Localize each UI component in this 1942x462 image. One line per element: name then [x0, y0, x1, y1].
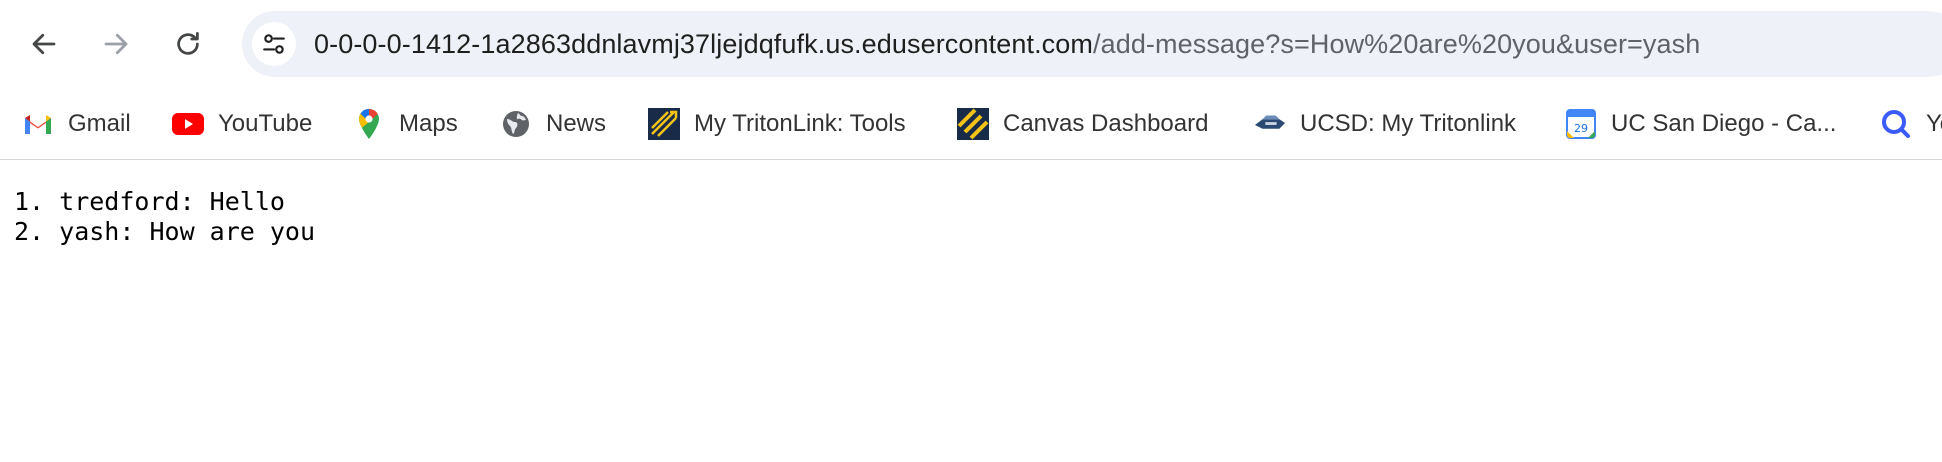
- url-text[interactable]: 0-0-0-0-1412-1a2863ddnlavmj37ljejdqfufk.…: [314, 11, 1700, 77]
- arrow-left-icon: [32, 33, 56, 55]
- youtube-icon: [172, 108, 204, 140]
- bookmark-label: Maps: [399, 110, 458, 137]
- maps-icon: [353, 108, 385, 140]
- forward-button[interactable]: [96, 24, 136, 64]
- url-host: 0-0-0-0-1412-1a2863ddnlavmj37ljejdqfufk.…: [314, 29, 1093, 59]
- bookmark-ucsd-my-tritonlink[interactable]: UCSD: My Tritonlink: [1254, 100, 1516, 148]
- bookmark-my-tritonlink-tools[interactable]: My TritonLink: Tools: [648, 100, 906, 148]
- svg-text:29: 29: [1574, 122, 1588, 135]
- tritonlink-icon: [648, 108, 680, 140]
- bookmark-label: Yo: [1926, 110, 1942, 137]
- address-bar[interactable]: 0-0-0-0-1412-1a2863ddnlavmj37ljejdqfufk.…: [242, 11, 1942, 77]
- bookmark-canvas-dashboard[interactable]: Canvas Dashboard: [957, 100, 1208, 148]
- back-button[interactable]: [24, 24, 64, 64]
- page-content: 1. tredford: Hello 2. yash: How are you: [0, 161, 1942, 462]
- message-line: 1. tredford: Hello: [14, 187, 285, 216]
- tune-icon: [263, 34, 285, 54]
- bookmark-label: UCSD: My Tritonlink: [1300, 110, 1517, 137]
- bookmark-label: My TritonLink: Tools: [694, 110, 906, 137]
- browser-toolbar: 0-0-0-0-1412-1a2863ddnlavmj37ljejdqfufk.…: [0, 0, 1942, 88]
- browser-chrome: 0-0-0-0-1412-1a2863ddnlavmj37ljejdqfufk.…: [0, 0, 1942, 160]
- url-path: /add-message?s=How%20are%20you&user=yash: [1092, 29, 1701, 59]
- news-icon: [500, 108, 532, 140]
- bookmark-label: Canvas Dashboard: [1003, 110, 1209, 137]
- bookmark-maps[interactable]: Maps: [353, 100, 458, 148]
- search-icon: [1880, 108, 1912, 140]
- bookmark-gmail[interactable]: Gmail: [22, 100, 131, 148]
- ucsd-icon: [1254, 108, 1286, 140]
- calendar-icon: 29: [1565, 108, 1597, 140]
- bookmark-yo[interactable]: Yo: [1880, 100, 1942, 148]
- bookmark-label: News: [546, 110, 607, 137]
- reload-button[interactable]: [168, 24, 208, 64]
- bookmark-news[interactable]: News: [500, 100, 606, 148]
- site-info-button[interactable]: [252, 22, 296, 66]
- message-list: 1. tredford: Hello 2. yash: How are you: [14, 187, 315, 247]
- message-line: 2. yash: How are you: [14, 217, 316, 246]
- canvas-icon: [957, 108, 989, 140]
- bookmark-label: UC San Diego - Ca...: [1611, 110, 1837, 137]
- bookmark-label: YouTube: [218, 110, 313, 137]
- bookmark-uc-san-diego[interactable]: 29 UC San Diego - Ca...: [1565, 100, 1836, 148]
- arrow-right-icon: [104, 33, 128, 55]
- bookmark-youtube[interactable]: YouTube: [172, 100, 312, 148]
- reload-icon: [177, 32, 199, 55]
- bookmark-label: Gmail: [68, 110, 131, 137]
- gmail-icon: [22, 108, 54, 140]
- bookmarks-bar: Gmail YouTube Maps News My TritonLink: T…: [0, 100, 1942, 148]
